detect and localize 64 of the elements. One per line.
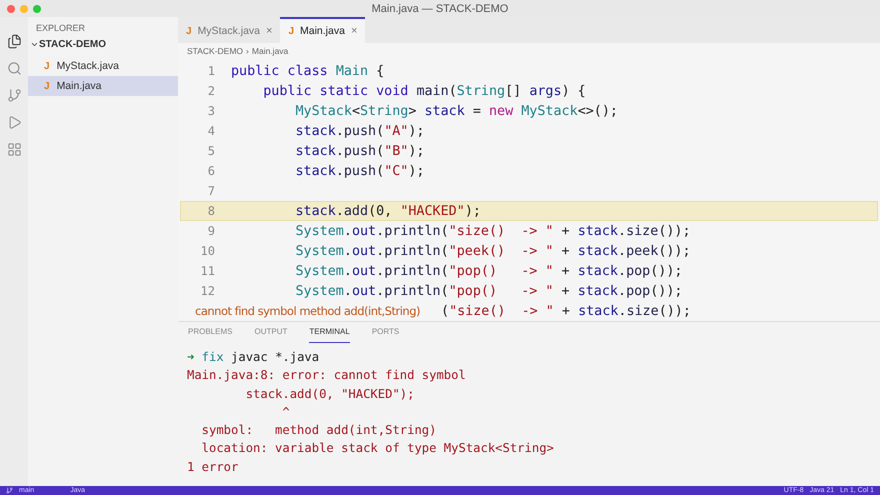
search-icon[interactable] [6, 61, 22, 76]
file-name: Main.java [56, 80, 102, 92]
breadcrumb-item[interactable]: STACK-DEMO [187, 46, 244, 56]
terminal-line: location: variable stack of type MyStack<String> [200, 441, 555, 458]
tab-label: Main.java [300, 25, 345, 37]
code-line: System.out.println("peek() -> " + stack.peek()); [294, 244, 691, 258]
terminal-line: ^ [281, 404, 291, 421]
line-number: 11 [200, 264, 216, 278]
files-icon[interactable] [6, 34, 22, 49]
line-number: 2 [206, 84, 216, 98]
branch-icon [6, 487, 13, 494]
java-icon: J [44, 80, 50, 92]
editor-tab[interactable]: J Main.java × [280, 17, 366, 43]
close-icon[interactable]: × [350, 25, 358, 37]
java-icon: J [44, 60, 50, 72]
panel-tab[interactable]: PROBLEMS [188, 327, 232, 343]
code-line: System.out.println("pop() -> " + stack.pop()); [294, 264, 682, 278]
tab-label: MyStack.java [198, 25, 260, 37]
terminal-line: Main.java:8: error: cannot find symbol [187, 368, 467, 384]
line-number: 1 [206, 64, 216, 78]
file-item[interactable]: J Main.java [28, 76, 178, 96]
code-line: System.out.println("size() -> " + stack.size()); [294, 224, 691, 238]
code-line: MyStack<String> stack = new MyStack<>(); [294, 104, 618, 118]
terminal-line: ➜ fix javac *.java [187, 350, 320, 366]
play-icon[interactable] [6, 115, 22, 130]
breadcrumb-separator: › [246, 46, 249, 56]
panel-tab[interactable]: TERMINAL [309, 327, 350, 343]
zoom-light[interactable] [33, 4, 41, 12]
code-line: stack.push("C"); [294, 164, 424, 178]
line-number: 5 [206, 144, 216, 158]
terminal-line: 1 error [187, 460, 240, 476]
branch-icon[interactable] [6, 88, 22, 103]
file-name: MyStack.java [56, 60, 119, 72]
file-item[interactable]: J MyStack.java [28, 56, 178, 76]
code-line: stack.push("B"); [294, 144, 424, 158]
line-number: 12 [200, 284, 216, 298]
code-line: public class Main { [231, 64, 384, 78]
line-number: 9 [206, 224, 216, 238]
sidebar-title: EXPLORER [35, 22, 86, 35]
folder-name[interactable]: STACK-DEMO [39, 39, 106, 50]
line-number: 10 [200, 244, 216, 258]
terminal-line: symbol: method add(int,String) [200, 423, 438, 440]
chevron-icon[interactable] [30, 40, 39, 49]
panel-tab[interactable]: OUTPUT [254, 327, 288, 343]
line-number: 4 [206, 124, 216, 138]
close-icon[interactable]: × [266, 25, 272, 37]
close-light[interactable] [7, 4, 15, 12]
code-line: ("size() -> " + stack.size()); [441, 304, 691, 318]
code-line: stack.push("A"); [294, 124, 424, 138]
blocks-icon[interactable] [6, 142, 22, 157]
code-line: public static void main(String[] args) { [262, 84, 586, 98]
code-line: stack.add(0, "HACKED"); [294, 204, 481, 218]
breadcrumb-item[interactable]: Main.java [252, 46, 288, 56]
terminal-line: stack.add(0, "HACKED"); [244, 386, 416, 403]
line-number: 7 [206, 184, 216, 198]
java-icon: J [186, 26, 192, 36]
line-number: 3 [206, 104, 216, 118]
line-number: 6 [206, 164, 216, 178]
error-annotation: cannot find symbol method add(int,String) [195, 304, 421, 318]
code-line: System.out.println("pop() -> " + stack.pop()); [294, 284, 682, 298]
panel-tab[interactable]: PORTS [372, 327, 400, 343]
window-title: Main.java — STACK-DEMO [372, 2, 508, 14]
line-number: 8 [206, 204, 216, 218]
java-icon: J [288, 26, 294, 36]
